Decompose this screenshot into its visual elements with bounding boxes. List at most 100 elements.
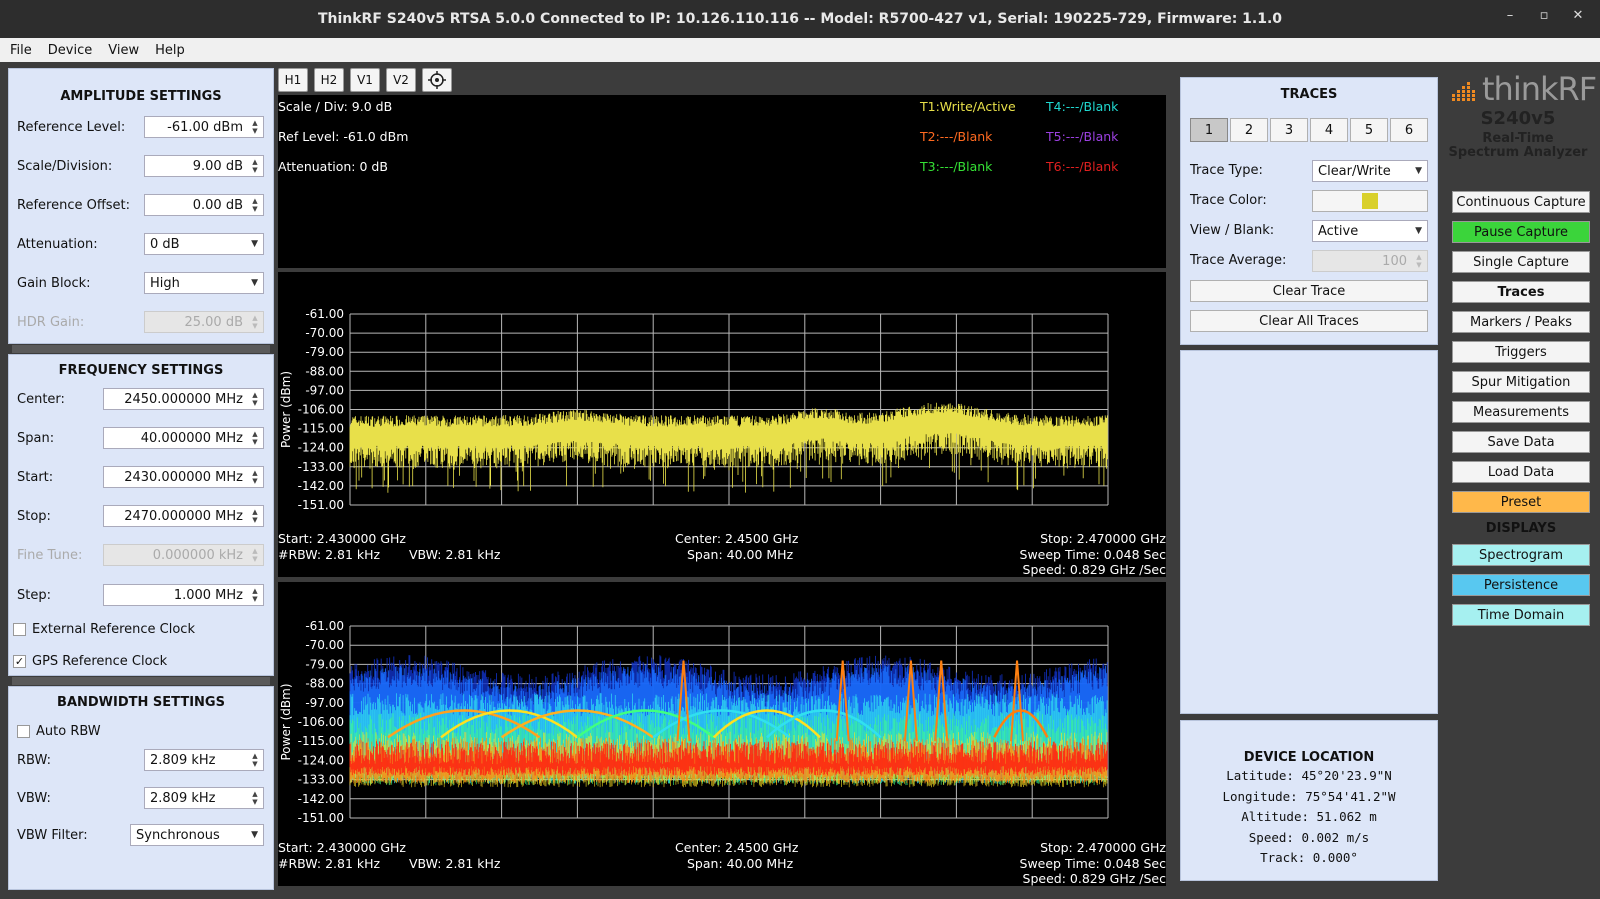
h2-button[interactable]: H2	[314, 68, 344, 92]
checkbox-empty-icon[interactable]	[13, 623, 26, 636]
crosshair-button[interactable]	[422, 68, 452, 92]
triggers-button[interactable]: Triggers	[1452, 341, 1590, 363]
rbw-input[interactable]: 2.809 kHz ▲ ▼	[144, 749, 264, 771]
chevron-down-icon: ▼	[251, 830, 258, 840]
spectrogram-button[interactable]: Spectrogram	[1452, 544, 1590, 566]
scale-label: Scale/Division:	[17, 158, 113, 174]
ref-level-label: Reference Level:	[17, 119, 126, 135]
persistence-plot[interactable]: -61.00 -70.00 -79.00 -88.00 -97.00 -106.00 -11…	[278, 582, 1166, 886]
bandwidth-title: BANDWIDTH SETTINGS	[57, 695, 225, 710]
menu-view[interactable]: View	[108, 43, 139, 58]
ref-level-input[interactable]: -61.00 dBm ▲ ▼	[144, 116, 264, 138]
spinner-arrows-icon[interactable]: ▲ ▼	[249, 508, 261, 524]
close-icon[interactable]: ✕	[1570, 8, 1586, 23]
v2-button[interactable]: V2	[386, 68, 416, 92]
pause-capture-button[interactable]: Pause Capture	[1452, 221, 1590, 243]
spinner-arrows-icon: ▲ ▼	[252, 314, 258, 330]
trace-type-select[interactable]: Clear/Write ▼	[1312, 160, 1428, 182]
longitude: Longitude: 75°54'41.2"W	[1222, 788, 1396, 804]
trace-color-button[interactable]	[1312, 190, 1428, 212]
y-tick-label: -61.00	[305, 307, 344, 321]
traces-button[interactable]: Traces	[1452, 281, 1590, 303]
step-value: 1.000 MHz	[173, 587, 243, 603]
y-tick-label: -88.00	[305, 364, 344, 378]
v1-button[interactable]: V1	[350, 68, 380, 92]
y-tick-label: -97.00	[305, 696, 344, 710]
trace-6-button[interactable]: 6	[1390, 118, 1428, 142]
y-tick-label: -133.00	[298, 460, 344, 474]
rbw-label: RBW:	[17, 752, 51, 768]
single-capture-button[interactable]: Single Capture	[1452, 251, 1590, 273]
spectrum-plot[interactable]: -61.00 -70.00 -79.00 -88.00 -97.00 -106.00 -11…	[278, 272, 1166, 577]
y-tick-label: -79.00	[305, 345, 344, 359]
gps-clock-checkbox[interactable]: ✓ GPS Reference Clock	[13, 654, 167, 669]
vbwf-select[interactable]: Synchronous ▼	[130, 824, 264, 846]
spinner-arrows-icon[interactable]: ▲ ▼	[249, 391, 261, 407]
altitude: Altitude: 51.062 m	[1241, 809, 1377, 824]
spinner-arrows-icon[interactable]: ▲ ▼	[249, 197, 261, 213]
preset-button[interactable]: Preset	[1452, 491, 1590, 513]
h1-button[interactable]: H1	[278, 68, 308, 92]
fine-input: 0.000000 kHz ▲ ▼	[103, 544, 264, 566]
clear-trace-button[interactable]: Clear Trace	[1190, 280, 1428, 302]
fine-value: 0.000000 kHz	[152, 547, 243, 563]
scale-input[interactable]: 9.00 dB ▲ ▼	[144, 155, 264, 177]
vbw-info: VBW: 2.81 kHz	[409, 547, 501, 562]
sweep-info: Sweep Time: 0.048 Sec	[1019, 547, 1166, 562]
markers-peaks-button[interactable]: Markers / Peaks	[1452, 311, 1590, 333]
persistence-button[interactable]: Persistence	[1452, 574, 1590, 596]
brand-name: thinkRF	[1482, 70, 1597, 108]
view-blank-value: Active	[1318, 223, 1359, 239]
offset-input[interactable]: 0.00 dB ▲ ▼	[144, 194, 264, 216]
spinner-arrows-icon[interactable]: ▲ ▼	[249, 587, 261, 603]
trace-3-button[interactable]: 3	[1270, 118, 1308, 142]
clear-all-traces-button[interactable]: Clear All Traces	[1190, 310, 1428, 332]
spinner-arrows-icon[interactable]: ▲ ▼	[249, 469, 261, 485]
y-tick-label: -142.00	[298, 792, 344, 806]
trace-2-button[interactable]: 2	[1230, 118, 1268, 142]
span-input[interactable]: 40.000000 MHz ▲ ▼	[103, 427, 264, 449]
gain-select[interactable]: High ▼	[144, 272, 264, 294]
menu-device[interactable]: Device	[48, 43, 92, 58]
trace-5-button[interactable]: 5	[1350, 118, 1388, 142]
hdr-label: HDR Gain:	[17, 314, 85, 330]
spinner-arrows-icon[interactable]: ▲ ▼	[249, 430, 261, 446]
trace-4-button[interactable]: 4	[1310, 118, 1348, 142]
gain-value: High	[150, 275, 180, 291]
minimize-icon[interactable]: –	[1502, 8, 1518, 23]
y-tick-label: -133.00	[298, 773, 344, 787]
start-input[interactable]: 2430.000000 MHz ▲ ▼	[103, 466, 264, 488]
checkbox-checked-icon[interactable]: ✓	[13, 655, 26, 668]
trace-3-status: T3:---/Blank	[920, 159, 993, 174]
step-input[interactable]: 1.000 MHz ▲ ▼	[103, 584, 264, 606]
measurements-button[interactable]: Measurements	[1452, 401, 1590, 423]
menu-help[interactable]: Help	[155, 43, 185, 58]
span-info: Span: 40.00 MHz	[687, 856, 794, 871]
spinner-arrows-icon[interactable]: ▲ ▼	[249, 119, 261, 135]
trace-1-button[interactable]: 1	[1190, 118, 1228, 142]
spinner-arrows-icon[interactable]: ▲ ▼	[249, 790, 261, 806]
load-data-button[interactable]: Load Data	[1452, 461, 1590, 483]
time-domain-button[interactable]: Time Domain	[1452, 604, 1590, 626]
speed-info: Speed: 0.829 GHz /Sec	[1022, 871, 1166, 886]
maximize-icon[interactable]: ▫	[1536, 8, 1552, 23]
center-input[interactable]: 2450.000000 MHz ▲ ▼	[103, 388, 264, 410]
y-tick-label: -106.00	[298, 403, 344, 417]
y-tick-label: -88.00	[305, 677, 344, 691]
vbw-input[interactable]: 2.809 kHz ▲ ▼	[144, 787, 264, 809]
spur-mitigation-button[interactable]: Spur Mitigation	[1452, 371, 1590, 393]
span-info: Span: 40.00 MHz	[687, 547, 794, 562]
speed-info: Speed: 0.829 GHz /Sec	[1022, 562, 1166, 577]
atten-select[interactable]: 0 dB ▼	[144, 233, 264, 255]
spinner-arrows-icon[interactable]: ▲ ▼	[249, 158, 261, 174]
auto-rbw-checkbox[interactable]: Auto RBW	[17, 724, 101, 739]
view-blank-select[interactable]: Active ▼	[1312, 220, 1428, 242]
ext-clock-checkbox[interactable]: External Reference Clock	[13, 622, 195, 637]
stop-input[interactable]: 2470.000000 MHz ▲ ▼	[103, 505, 264, 527]
ref-info: Ref Level: -61.0 dBm	[278, 129, 409, 144]
save-data-button[interactable]: Save Data	[1452, 431, 1590, 453]
spinner-arrows-icon[interactable]: ▲ ▼	[249, 752, 261, 768]
continuous-capture-button[interactable]: Continuous Capture	[1452, 191, 1590, 213]
checkbox-empty-icon[interactable]	[17, 725, 30, 738]
menu-file[interactable]: File	[10, 43, 32, 58]
